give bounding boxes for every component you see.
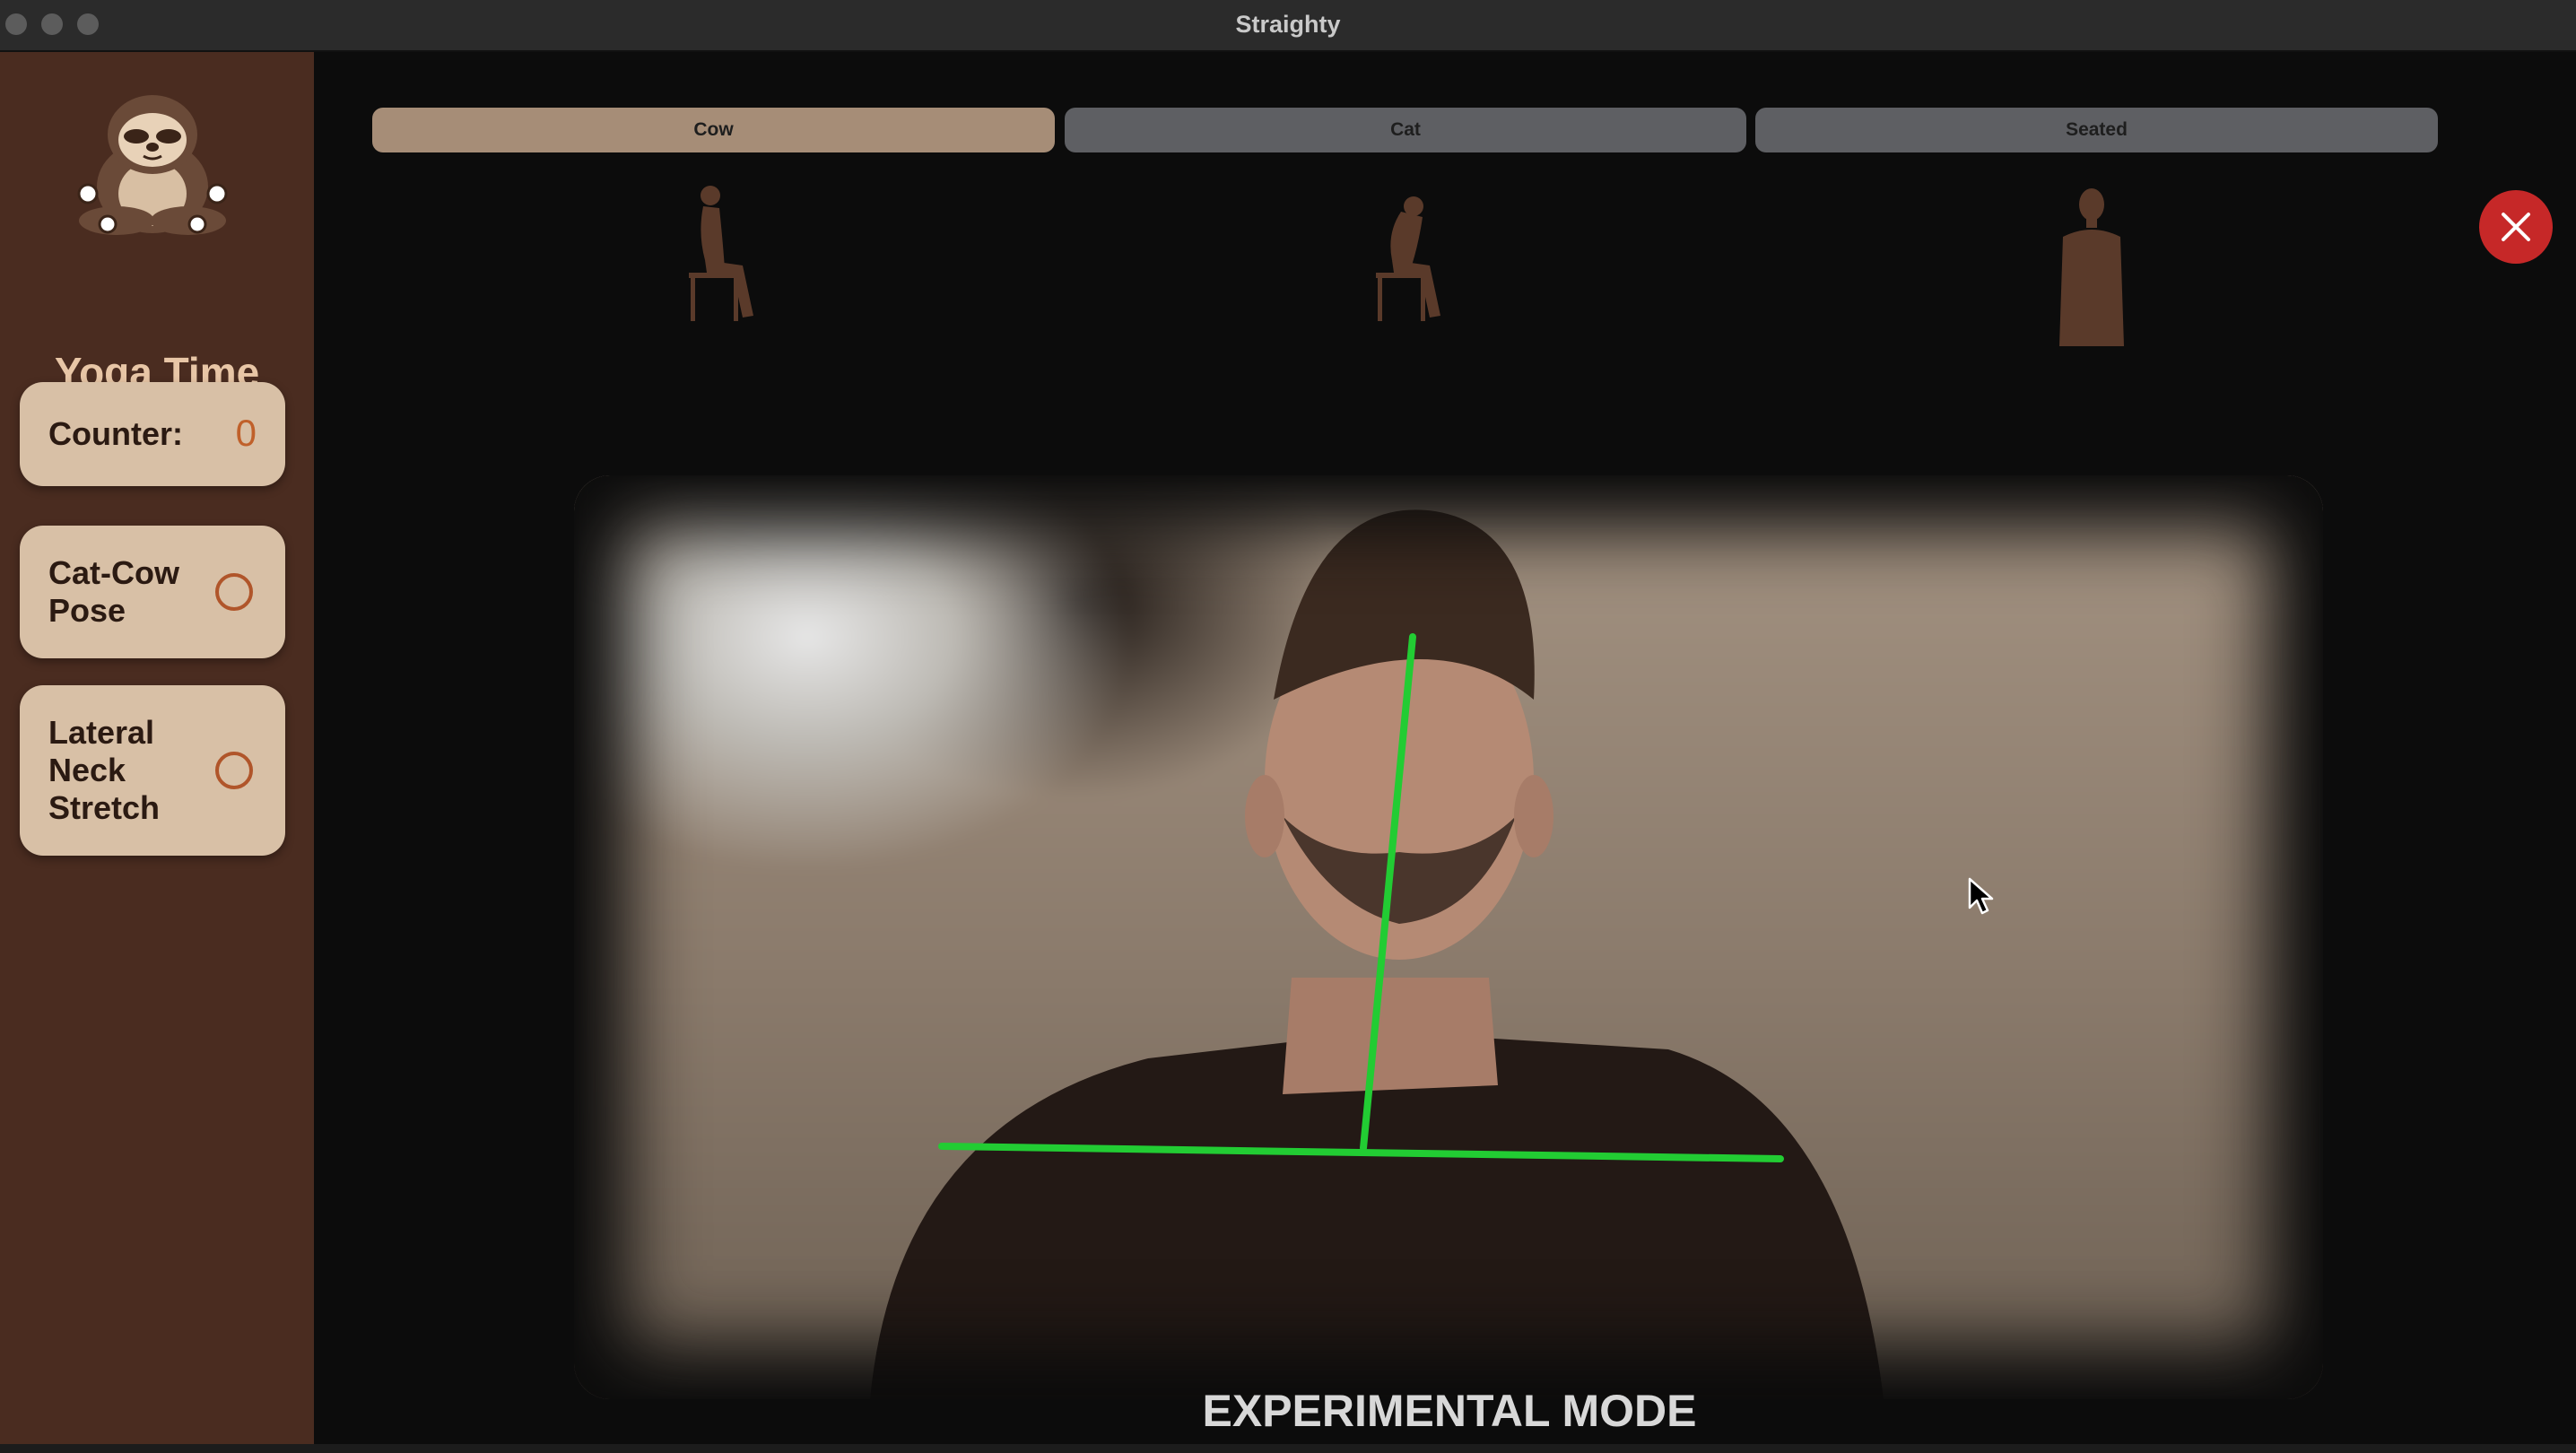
camera-vignette bbox=[574, 475, 2323, 1399]
exercise-label: Cat-Cow Pose bbox=[48, 554, 179, 630]
camera-feed bbox=[574, 475, 2323, 1399]
mode-label: EXPERIMENTAL MODE bbox=[1202, 1386, 1697, 1436]
exercise-card-lateral-neck-stretch[interactable]: Lateral Neck Stretch bbox=[20, 685, 285, 856]
tab-cow[interactable]: Cow bbox=[372, 108, 1055, 152]
exercise-label-line: Neck bbox=[48, 752, 126, 788]
counter-card: Counter: 0 bbox=[20, 382, 285, 486]
cat-pose-figure-icon bbox=[1376, 196, 1440, 321]
sloth-mascot-icon bbox=[77, 95, 228, 235]
mouse-cursor-icon bbox=[1968, 877, 1994, 915]
exercise-label-line: Stretch bbox=[48, 789, 161, 826]
close-button[interactable] bbox=[2479, 190, 2553, 264]
exercise-label: Lateral Neck Stretch bbox=[48, 714, 160, 827]
exercise-label-line: Cat-Cow bbox=[48, 554, 179, 591]
exercise-label-line: Lateral bbox=[48, 714, 155, 751]
close-icon bbox=[2502, 213, 2530, 241]
title-bar: Straighty bbox=[0, 0, 2576, 52]
window-title: Straighty bbox=[1235, 11, 1341, 38]
sidebar: Yoga Time Counter: 0 Cat-Cow Pose Latera… bbox=[0, 52, 314, 1444]
counter-value: 0 bbox=[235, 412, 257, 454]
cow-pose-figure-icon bbox=[689, 186, 753, 321]
exercise-label-line: Pose bbox=[48, 592, 126, 629]
exercise-card-cat-cow[interactable]: Cat-Cow Pose bbox=[20, 526, 285, 658]
counter-label: Counter: bbox=[48, 415, 183, 452]
status-circle-icon bbox=[215, 752, 253, 789]
window-bottom-edge bbox=[0, 1444, 2576, 1453]
tab-seated[interactable]: Seated bbox=[1755, 108, 2438, 152]
seated-pose-figure-icon bbox=[2059, 188, 2124, 346]
status-circle-icon bbox=[215, 573, 253, 611]
tab-cat[interactable]: Cat bbox=[1065, 108, 1746, 152]
